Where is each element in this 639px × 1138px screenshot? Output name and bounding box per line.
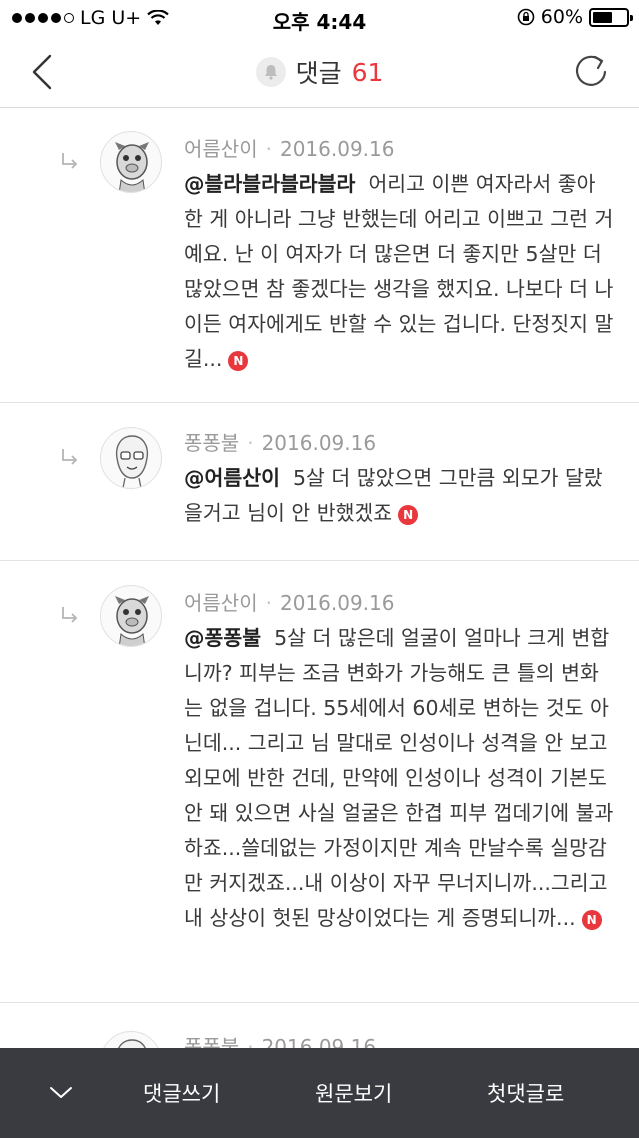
first-comment-button[interactable]: 첫댓글로 — [487, 1078, 564, 1108]
comment-meta: 어름산이 · 2016.09.16 — [184, 137, 395, 161]
comment-body: @퐁퐁불 5살 더 많은데 얼굴이 얼마나 크게 변합니까? 피부는 조금 변화… — [184, 621, 614, 936]
battery-percent: 60% — [540, 6, 583, 28]
status-right: 60% — [517, 6, 633, 28]
comment-text: 어리고 이쁜 여자라서 좋아 한 게 아니라 그냥 반했는데 어리고 이쁘고 그… — [184, 172, 614, 371]
comment-mention[interactable]: @블라블라블라블라 — [184, 172, 355, 196]
new-badge: N — [581, 910, 602, 930]
battery-icon — [589, 7, 633, 27]
comment-item: 어름산이 · 2016.09.16 @퐁퐁불 5살 더 많은데 얼굴이 얼마나 크게… — [0, 561, 639, 1003]
avatar[interactable] — [100, 585, 162, 647]
comment-text: 5살 더 많은데 얼굴이 얼마나 크게 변합니까? 피부는 조금 변화가 가능해… — [184, 626, 614, 930]
comment-item: 퐁퐁불 · 2016.09.16 @어름산이 5살 더 많았으면 그만큼 외모가 달… — [0, 403, 639, 561]
bottom-toolbar: 댓글쓰기 원문보기 첫댓글로 — [0, 1048, 639, 1138]
status-bar: LG U+ 오후 4:44 60% — [0, 0, 639, 36]
comment-mention[interactable]: @어름산이 — [184, 466, 280, 490]
comment-list: 어름산이 · 2016.09.16 @블라블라블라블라 어리고 이쁜 여자라서 좋아… — [0, 109, 639, 1138]
comment-mention[interactable]: @퐁퐁불 — [184, 626, 261, 650]
comment-author[interactable]: 퐁퐁불 — [184, 431, 239, 455]
reply-arrow-icon — [62, 153, 78, 169]
write-comment-button[interactable]: 댓글쓰기 — [143, 1078, 220, 1108]
comment-author[interactable]: 어름산이 — [184, 591, 258, 615]
comment-item: 어름산이 · 2016.09.16 @블라블라블라블라 어리고 이쁜 여자라서 좋아… — [0, 109, 639, 403]
comment-author[interactable]: 어름산이 — [184, 137, 258, 161]
comment-date: 2016.09.16 — [279, 137, 395, 161]
comment-body: @블라블라블라블라 어리고 이쁜 여자라서 좋아 한 게 아니라 그냥 반했는데… — [184, 167, 614, 377]
comment-meta: 어름산이 · 2016.09.16 — [184, 591, 395, 615]
chevron-down-icon[interactable] — [48, 1082, 74, 1102]
rotation-lock-icon — [517, 8, 535, 26]
page-title: 댓글 61 — [0, 54, 639, 90]
reply-arrow-icon — [62, 607, 78, 623]
refresh-icon[interactable] — [571, 52, 611, 92]
comment-date: 2016.09.16 — [279, 591, 395, 615]
avatar[interactable] — [100, 427, 162, 489]
comment-meta: 퐁퐁불 · 2016.09.16 — [184, 431, 377, 455]
avatar[interactable] — [100, 131, 162, 193]
new-badge: N — [398, 505, 419, 525]
comment-count: 61 — [351, 57, 384, 87]
view-original-button[interactable]: 원문보기 — [315, 1078, 392, 1108]
bell-icon[interactable] — [255, 57, 286, 87]
comment-date: 2016.09.16 — [261, 431, 377, 455]
reply-arrow-icon — [62, 449, 78, 465]
title-label: 댓글 — [295, 59, 342, 88]
new-badge: N — [228, 351, 249, 371]
comment-body: @어름산이 5살 더 많았으면 그만큼 외모가 달랐을거고 님이 안 반했겠죠 N — [184, 461, 614, 531]
comments-header: 댓글 61 — [0, 36, 639, 108]
